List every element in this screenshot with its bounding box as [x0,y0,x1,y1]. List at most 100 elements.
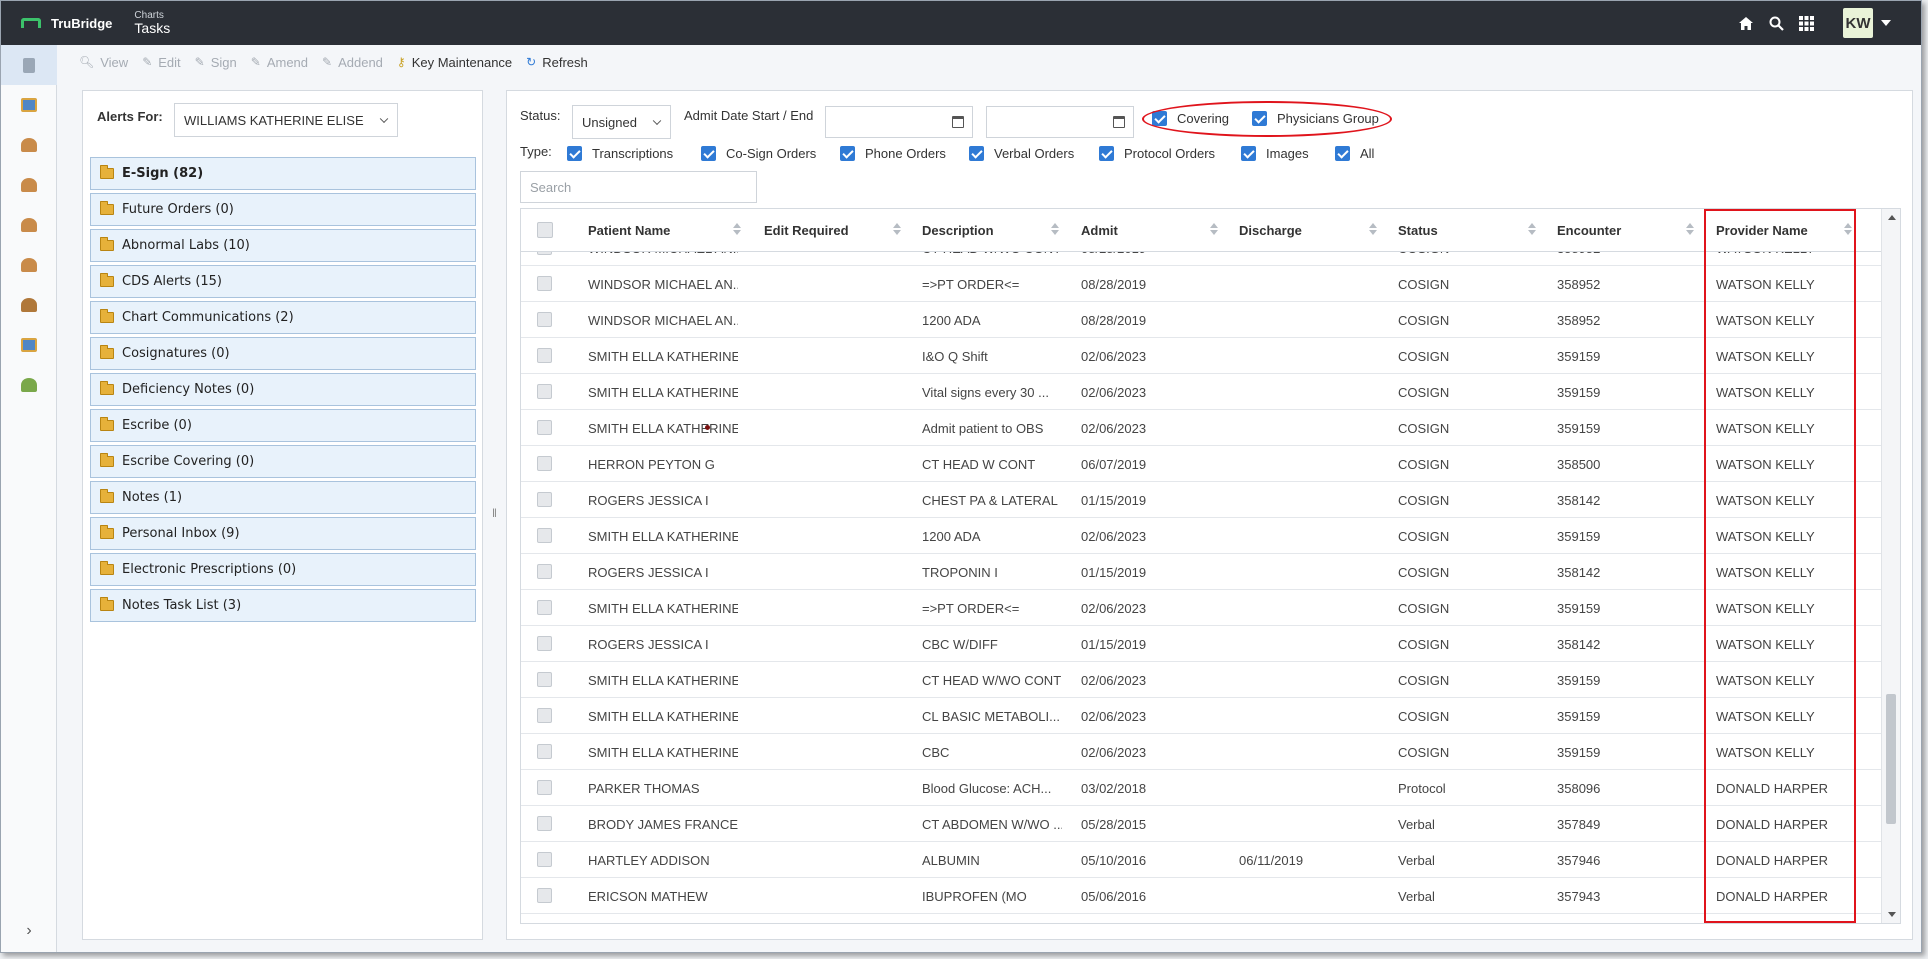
rail-worklist[interactable] [1,365,57,405]
row-checkbox[interactable] [537,564,552,579]
type-phone-orders-checkbox[interactable]: Phone Orders [840,146,946,161]
rail-patient-4[interactable] [1,245,57,285]
key-maintenance-button[interactable]: ⚷ Key Maintenance [397,55,512,70]
column-header-edit-required[interactable]: Edit Required [764,209,849,252]
admit-start-date-input[interactable] [825,106,973,138]
amend-button[interactable]: ✎ Amend [251,55,308,70]
row-checkbox[interactable] [537,456,552,471]
table-row[interactable]: BRODY JAMES FRANCES CT ABDOMEN W/WO ... 05… [521,806,1881,842]
column-header-discharge[interactable]: Discharge [1239,209,1302,252]
folder-item-abnormal-labs[interactable]: Abnormal Labs (10) [90,229,476,262]
row-checkbox[interactable] [537,636,552,651]
table-row[interactable]: SMITH ELLA KATHERINE CL BASIC METABOLI...… [521,698,1881,734]
type-all-checkbox[interactable]: All [1335,146,1374,161]
search-icon[interactable] [1761,8,1791,38]
folder-item-electronic-prescriptions[interactable]: Electronic Prescriptions (0) [90,553,476,586]
column-header-description[interactable]: Description [922,209,994,252]
type-cosign-orders-checkbox[interactable]: Co-Sign Orders [701,146,816,161]
table-row[interactable]: SMITH ELLA KATHERINE Admit patient to OBS… [521,410,1881,446]
table-row[interactable]: SMITH ELLA KATHERINE =>PT ORDER<= 02/06/20… [521,590,1881,626]
refresh-button[interactable]: ↻ Refresh [526,55,588,70]
folder-item-esign[interactable]: E-Sign (82) [90,157,476,190]
table-row[interactable]: PARKER THOMAS Blood Glucose: ACH... 03/02/… [521,770,1881,806]
panel-splitter-handle[interactable]: ‖ [492,506,497,520]
scroll-down-arrow-icon[interactable] [1888,912,1896,917]
status-select[interactable]: Unsigned [572,105,671,139]
column-header-encounter[interactable]: Encounter [1557,209,1621,252]
rail-patient-1[interactable] [1,125,57,165]
table-row[interactable]: HARTLEY ADDISON ALBUMIN 05/10/2016 06/11/20… [521,842,1881,878]
admit-end-date-input[interactable] [986,106,1134,138]
row-checkbox[interactable] [537,600,552,615]
row-checkbox[interactable] [537,276,552,291]
calendar-icon[interactable] [1113,116,1125,128]
row-checkbox[interactable] [537,384,552,399]
row-checkbox[interactable] [537,492,552,507]
table-row[interactable]: WINDSOR MICHAEL AN... =>PT ORDER<= 08/28/2… [521,266,1881,302]
row-checkbox[interactable] [537,780,552,795]
folder-item-notes[interactable]: Notes (1) [90,481,476,514]
table-row[interactable]: WINDSOR MICHAEL AN... 1200 ADA 08/28/2019 C… [521,302,1881,338]
folder-item-cosignatures[interactable]: Cosignatures (0) [90,337,476,370]
column-header-status[interactable]: Status [1398,209,1438,252]
vertical-scrollbar[interactable] [1881,209,1900,923]
table-row[interactable]: SMITH ELLA KATHERINE I&O Q Shift 02/06/202… [521,338,1881,374]
sign-button[interactable]: ✎ Sign [195,55,237,70]
column-header-patient-name[interactable]: Patient Name [588,209,670,252]
calendar-icon[interactable] [952,116,964,128]
rail-patient-2[interactable] [1,165,57,205]
row-checkbox[interactable] [537,672,552,687]
avatar[interactable]: KW [1843,8,1873,38]
table-row[interactable]: ERICSON MATHEW IBUPROFEN (MO 05/06/2016 Ver… [521,878,1881,914]
folder-item-future-orders[interactable]: Future Orders (0) [90,193,476,226]
apps-grid-icon[interactable] [1791,8,1821,38]
type-protocol-orders-checkbox[interactable]: Protocol Orders [1099,146,1215,161]
rail-images[interactable] [1,85,57,125]
column-header-admit[interactable]: Admit [1081,209,1118,252]
table-row[interactable]: SMITH ELLA KATHERINE CT HEAD W/WO CONT 02/… [521,662,1881,698]
table-row[interactable]: HERRON PEYTON G CT HEAD W CONT 06/07/2019 C… [521,446,1881,482]
brand-logo[interactable]: TruBridge [21,16,112,31]
type-images-checkbox[interactable]: Images [1241,146,1309,161]
select-all-checkbox[interactable] [537,222,553,238]
row-checkbox[interactable] [537,312,552,327]
folder-item-escribe[interactable]: Escribe (0) [90,409,476,442]
folder-item-chart-communications[interactable]: Chart Communications (2) [90,301,476,334]
row-checkbox[interactable] [537,528,552,543]
edit-button[interactable]: ✎ Edit [142,55,180,70]
alerts-for-select[interactable]: WILLIAMS KATHERINE ELISE [174,103,398,137]
row-checkbox[interactable] [537,252,552,255]
folder-item-cds-alerts[interactable]: CDS Alerts (15) [90,265,476,298]
folder-item-deficiency-notes[interactable]: Deficiency Notes (0) [90,373,476,406]
row-checkbox[interactable] [537,348,552,363]
row-checkbox[interactable] [537,420,552,435]
rail-tasks[interactable] [1,45,57,85]
row-checkbox[interactable] [537,708,552,723]
addend-button[interactable]: ✎ Addend [322,55,383,70]
column-header-provider-name[interactable]: Provider Name [1716,209,1808,252]
table-row[interactable]: SMITH ELLA KATHERINE Vital signs every 30… [521,374,1881,410]
folder-item-escribe-covering[interactable]: Escribe Covering (0) [90,445,476,478]
home-icon[interactable] [1731,8,1761,38]
scrollbar-thumb[interactable] [1886,694,1896,824]
search-input[interactable] [520,171,757,203]
table-row[interactable]: SMITH ELLA KATHERINE CBC 02/06/2023 COSIGN 3… [521,734,1881,770]
chevron-right-icon[interactable]: › [1,922,57,940]
rail-patient-3[interactable] [1,205,57,245]
type-verbal-orders-checkbox[interactable]: Verbal Orders [969,146,1074,161]
table-row[interactable]: ROGERS JESSICA I CHEST PA & LATERAL 01/15/… [521,482,1881,518]
row-checkbox[interactable] [537,888,552,903]
folder-item-personal-inbox[interactable]: Personal Inbox (9) [90,517,476,550]
row-checkbox[interactable] [537,816,552,831]
view-button[interactable]: 🔍︎ View [79,55,128,70]
type-transcriptions-checkbox[interactable]: Transcriptions [567,146,673,161]
table-row[interactable]: SMITH ELLA KATHERINE 1200 ADA 02/06/2023 CO… [521,518,1881,554]
folder-item-notes-task-list[interactable]: Notes Task List (3) [90,589,476,622]
chevron-down-icon[interactable] [1881,20,1891,26]
row-checkbox[interactable] [537,852,552,867]
row-checkbox[interactable] [537,744,552,759]
scroll-up-arrow-icon[interactable] [1888,215,1896,220]
table-row[interactable]: ROGERS JESSICA I CBC W/DIFF 01/15/2019 COSI… [521,626,1881,662]
rail-patient-search[interactable] [1,285,57,325]
rail-gallery[interactable] [1,325,57,365]
